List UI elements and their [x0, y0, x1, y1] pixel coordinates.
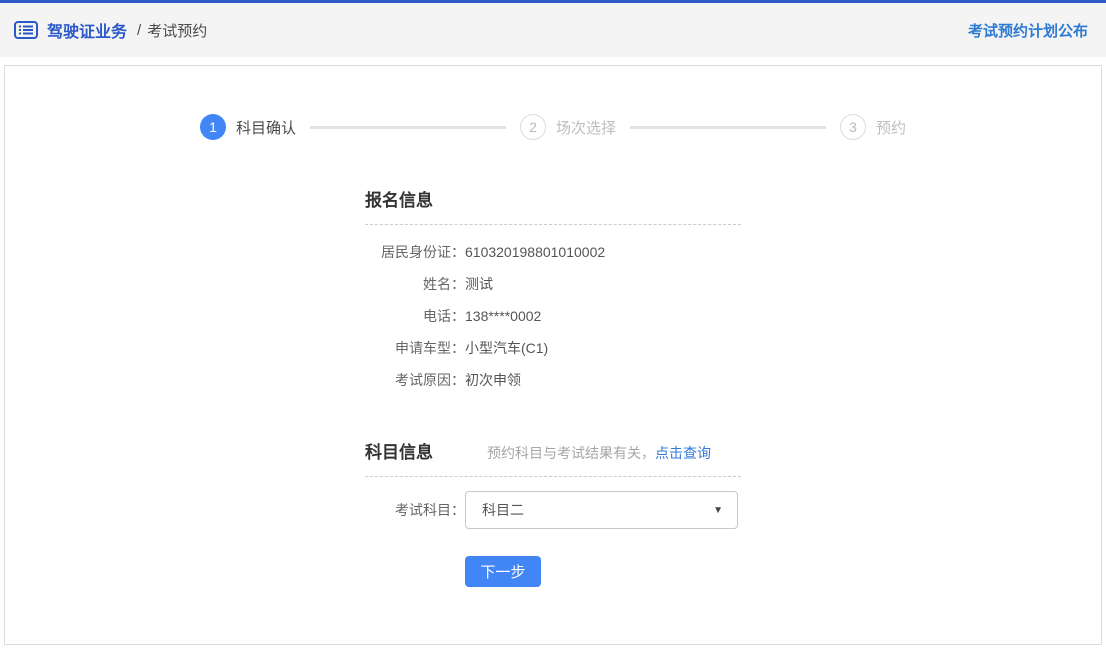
- step-1-circle: 1: [200, 114, 226, 140]
- info-row-phone: 电话： 138****0002: [365, 309, 741, 324]
- info-row-name: 姓名： 测试: [365, 277, 741, 292]
- step-connector: [310, 126, 506, 129]
- info-row-id: 居民身份证： 610320198801010002: [365, 245, 741, 260]
- exam-subject-selected-value: 科目二: [482, 500, 713, 520]
- phone-value: 138****0002: [465, 309, 541, 324]
- step-1-label: 科目确认: [236, 117, 296, 138]
- form-content: 报名信息 居民身份证： 610320198801010002 姓名： 测试 电话…: [365, 186, 741, 587]
- chevron-down-icon: ▼: [713, 505, 723, 516]
- info-row-vehicle-type: 申请车型： 小型汽车(C1): [365, 341, 741, 356]
- step-indicator: 1 科目确认 2 场次选择 3 预约: [5, 66, 1101, 140]
- header-bar: 驾驶证业务 / 考试预约 考试预约计划公布: [0, 0, 1106, 57]
- breadcrumb: 驾驶证业务 / 考试预约: [14, 18, 207, 42]
- info-row-exam-reason: 考试原因： 初次申领: [365, 373, 741, 388]
- exam-plan-link[interactable]: 考试预约计划公布: [968, 20, 1088, 41]
- step-connector: [630, 126, 826, 129]
- breadcrumb-root[interactable]: 驾驶证业务: [47, 18, 127, 42]
- vehicle-type-label: 申请车型：: [365, 341, 465, 356]
- next-step-button[interactable]: 下一步: [465, 556, 541, 587]
- step-subject-confirm: 1 科目确认: [200, 114, 296, 140]
- signup-info-list: 居民身份证： 610320198801010002 姓名： 测试 电话： 138…: [365, 245, 741, 388]
- step-session-select: 2 场次选择: [520, 114, 616, 140]
- exam-subject-row: 考试科目： 科目二 ▼: [365, 491, 741, 529]
- phone-label: 电话：: [365, 309, 465, 324]
- signup-section-header: 报名信息: [365, 186, 741, 225]
- list-icon: [14, 21, 38, 39]
- main-panel: 1 科目确认 2 场次选择 3 预约 报名信息 居民身份证： 610320198…: [4, 65, 1102, 645]
- exam-subject-label: 考试科目：: [365, 500, 465, 520]
- subject-section-note: 预约科目与考试结果有关，: [487, 443, 655, 463]
- subject-section-title: 科目信息: [365, 438, 433, 463]
- signup-info-section: 报名信息 居民身份证： 610320198801010002 姓名： 测试 电话…: [365, 186, 741, 388]
- name-label: 姓名：: [365, 277, 465, 292]
- step-2-label: 场次选择: [556, 117, 616, 138]
- exam-subject-select[interactable]: 科目二 ▼: [465, 491, 738, 529]
- subject-info-section: 科目信息 预约科目与考试结果有关， 点击查询 考试科目： 科目二 ▼ 下一步: [365, 438, 741, 587]
- signup-section-title: 报名信息: [365, 186, 433, 211]
- exam-reason-value: 初次申领: [465, 373, 521, 388]
- subject-section-header: 科目信息 预约科目与考试结果有关， 点击查询: [365, 438, 741, 477]
- step-2-circle: 2: [520, 114, 546, 140]
- name-value: 测试: [465, 277, 493, 292]
- breadcrumb-separator: /: [137, 22, 141, 39]
- step-3-label: 预约: [876, 117, 906, 138]
- step-reserve: 3 预约: [840, 114, 906, 140]
- id-number-value: 610320198801010002: [465, 245, 605, 260]
- id-number-label: 居民身份证：: [365, 245, 465, 260]
- exam-reason-label: 考试原因：: [365, 373, 465, 388]
- vehicle-type-value: 小型汽车(C1): [465, 341, 548, 356]
- query-result-link[interactable]: 点击查询: [655, 443, 711, 463]
- breadcrumb-current: 考试预约: [147, 20, 207, 41]
- step-3-circle: 3: [840, 114, 866, 140]
